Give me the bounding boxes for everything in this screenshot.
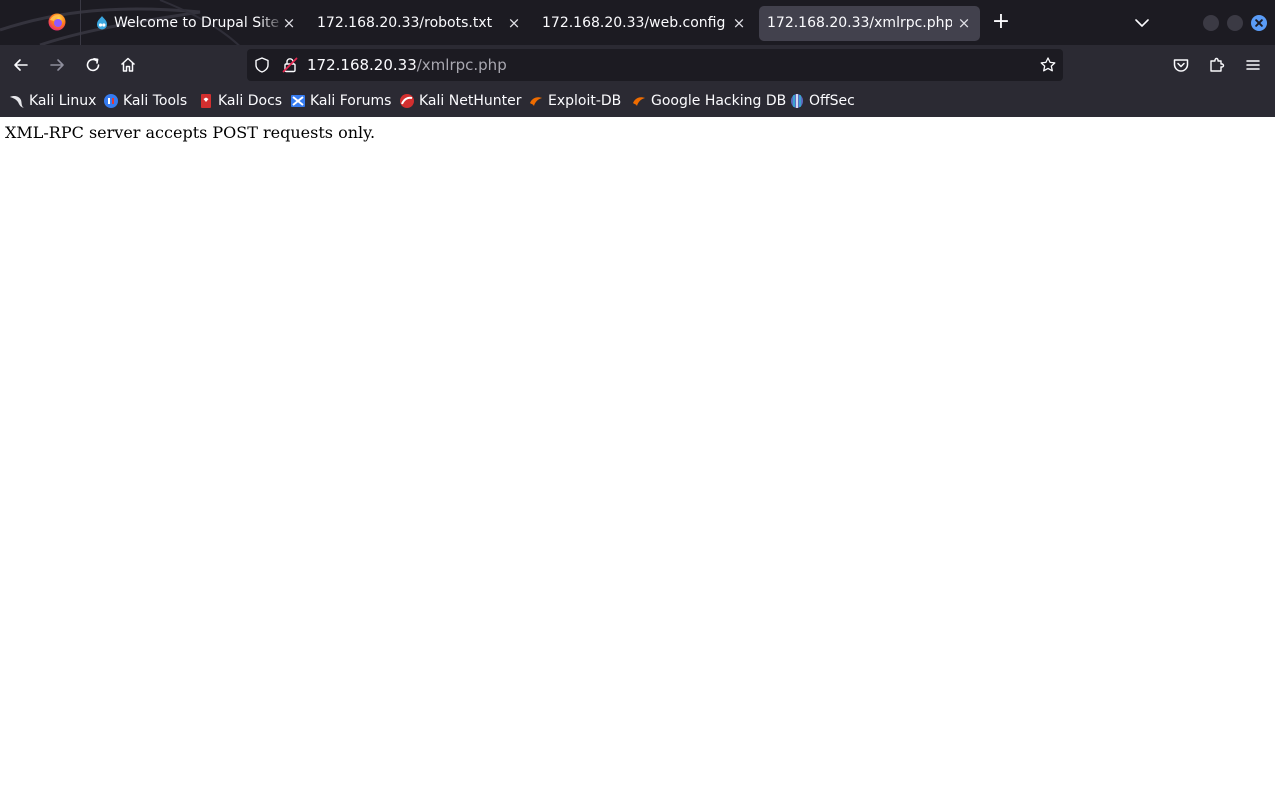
kali-forums-icon xyxy=(291,95,305,107)
home-icon[interactable] xyxy=(118,55,138,75)
drupal-icon xyxy=(97,16,107,30)
insecure-lock-icon[interactable] xyxy=(281,56,299,74)
navigation-toolbar: 172.168.20.33/xmlrpc.php xyxy=(0,45,1275,86)
url-path: /xmlrpc.php xyxy=(416,56,507,74)
list-all-tabs-icon[interactable] xyxy=(1131,12,1153,34)
offsec-icon xyxy=(791,94,803,108)
kali-nethunter-icon xyxy=(400,94,414,108)
tab-web-config[interactable]: 172.168.20.33/web.config × xyxy=(532,6,752,41)
xmlrpc-message: XML-RPC server accepts POST requests onl… xyxy=(5,123,376,142)
new-tab-button[interactable]: + xyxy=(989,11,1013,35)
kali-dragon-icon xyxy=(10,96,24,108)
bookmark-star-icon[interactable] xyxy=(1039,56,1057,74)
firefox-menu[interactable] xyxy=(0,0,81,45)
bookmark-label: Kali Linux xyxy=(29,93,97,109)
page-content: XML-RPC server accepts POST requests onl… xyxy=(0,117,1275,795)
maximize-button[interactable] xyxy=(1227,15,1243,31)
tab-title: 172.168.20.33/web.config xyxy=(542,15,726,31)
bookmark-label: Kali Docs xyxy=(218,93,283,109)
firefox-icon xyxy=(48,13,66,31)
tab-title: Welcome to Drupal Site | D xyxy=(114,15,282,31)
url-host: 172.168.20.33 xyxy=(307,56,417,74)
address-bar[interactable]: 172.168.20.33/xmlrpc.php xyxy=(247,49,1063,81)
extensions-puzzle-icon[interactable] xyxy=(1207,55,1227,75)
tab-robots-txt[interactable]: 172.168.20.33/robots.txt × xyxy=(307,6,527,41)
close-window-button[interactable] xyxy=(1251,15,1267,31)
bookmark-label: Google Hacking DB xyxy=(651,93,787,109)
minimize-button[interactable] xyxy=(1203,15,1219,31)
reload-icon[interactable] xyxy=(83,55,103,75)
forward-icon[interactable] xyxy=(47,55,67,75)
kali-tools-icon xyxy=(104,94,118,108)
close-tab-icon[interactable]: × xyxy=(729,6,749,41)
bookmark-label: Kali Forums xyxy=(310,93,392,109)
bookmark-label: Exploit-DB xyxy=(548,93,622,109)
tab-xmlrpc-php[interactable]: 172.168.20.33/xmlrpc.php × xyxy=(759,6,980,41)
bookmark-label: OffSec xyxy=(809,93,855,109)
tab-title: 172.168.20.33/xmlrpc.php xyxy=(767,15,952,31)
hamburger-menu-icon[interactable] xyxy=(1243,55,1263,75)
close-tab-icon[interactable]: × xyxy=(504,6,524,41)
bookmark-label: Kali NetHunter xyxy=(419,93,522,109)
kali-docs-icon xyxy=(201,94,211,108)
close-tab-icon[interactable]: × xyxy=(954,6,974,41)
pocket-icon[interactable] xyxy=(1171,55,1191,75)
back-icon[interactable] xyxy=(11,55,31,75)
close-tab-icon[interactable]: × xyxy=(279,6,299,41)
exploit-db-icon xyxy=(530,97,542,106)
tracking-protection-shield-icon[interactable] xyxy=(253,56,271,74)
tab-strip: Welcome to Drupal Site | D × 172.168.20.… xyxy=(0,0,1275,45)
url-text[interactable]: 172.168.20.33/xmlrpc.php xyxy=(307,49,507,81)
ghdb-icon xyxy=(633,97,645,106)
bookmarks-toolbar: Kali Linux Kali Tools Kali Docs Kali For… xyxy=(0,86,1275,117)
tab-title: 172.168.20.33/robots.txt xyxy=(317,15,493,31)
bookmark-label: Kali Tools xyxy=(123,93,188,109)
tab-drupal-welcome[interactable]: Welcome to Drupal Site | D × xyxy=(84,6,302,41)
